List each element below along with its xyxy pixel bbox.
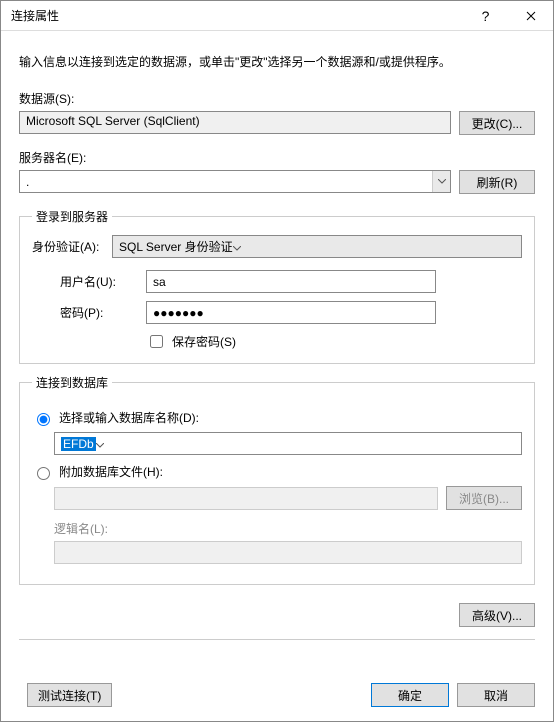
help-button[interactable]: ? (463, 1, 508, 31)
refresh-button[interactable]: 刷新(R) (459, 170, 535, 194)
login-group: 登录到服务器 身份验证(A): SQL Server 身份验证 用户名(U): … (19, 208, 535, 364)
titlebar: 连接属性 ? (1, 1, 553, 31)
database-value: EFDb (61, 437, 96, 451)
chevron-down-icon (233, 240, 241, 254)
close-icon (526, 11, 536, 21)
server-label: 服务器名(E): (19, 149, 535, 166)
auth-label: 身份验证(A): (32, 238, 104, 255)
attach-db-label: 附加数据库文件(H): (59, 463, 163, 480)
server-value: . (26, 175, 29, 189)
datasource-input: Microsoft SQL Server (SqlClient) (19, 111, 451, 134)
separator (19, 639, 535, 640)
intro-text: 输入信息以连接到选定的数据源，或单击"更改"选择另一个数据源和/或提供程序。 (19, 53, 535, 70)
database-group: 连接到数据库 选择或输入数据库名称(D): EFDb 附加数据库文件(H): 浏… (19, 374, 535, 585)
password-label: 密码(P): (60, 304, 138, 321)
login-legend: 登录到服务器 (32, 208, 112, 225)
username-label: 用户名(U): (60, 273, 138, 290)
save-password-label: 保存密码(S) (172, 333, 236, 350)
ok-button[interactable]: 确定 (371, 683, 449, 707)
cancel-button[interactable]: 取消 (457, 683, 535, 707)
chevron-down-icon (432, 171, 450, 192)
database-legend: 连接到数据库 (32, 374, 112, 391)
attach-db-radio[interactable] (37, 467, 50, 480)
logical-name-label: 逻辑名(L): (54, 520, 522, 537)
chevron-down-icon (96, 437, 104, 451)
database-combo[interactable]: EFDb (54, 432, 522, 455)
server-combo[interactable]: . (19, 170, 451, 193)
browse-button: 浏览(B)... (446, 486, 522, 510)
datasource-label: 数据源(S): (19, 90, 535, 107)
change-button[interactable]: 更改(C)... (459, 111, 535, 135)
advanced-button[interactable]: 高级(V)... (459, 603, 535, 627)
window-title: 连接属性 (11, 7, 463, 24)
logical-name-input (54, 541, 522, 564)
select-db-radio[interactable] (37, 413, 50, 426)
attach-file-input (54, 487, 438, 510)
test-connection-button[interactable]: 测试连接(T) (27, 683, 112, 707)
dialog-footer: 测试连接(T) 确定 取消 (1, 679, 553, 721)
close-button[interactable] (508, 1, 553, 31)
username-input[interactable] (146, 270, 436, 293)
save-password-checkbox[interactable] (150, 335, 163, 348)
password-input[interactable] (146, 301, 436, 324)
select-db-label: 选择或输入数据库名称(D): (59, 409, 199, 426)
auth-value: SQL Server 身份验证 (119, 238, 233, 255)
auth-combo[interactable]: SQL Server 身份验证 (112, 235, 522, 258)
